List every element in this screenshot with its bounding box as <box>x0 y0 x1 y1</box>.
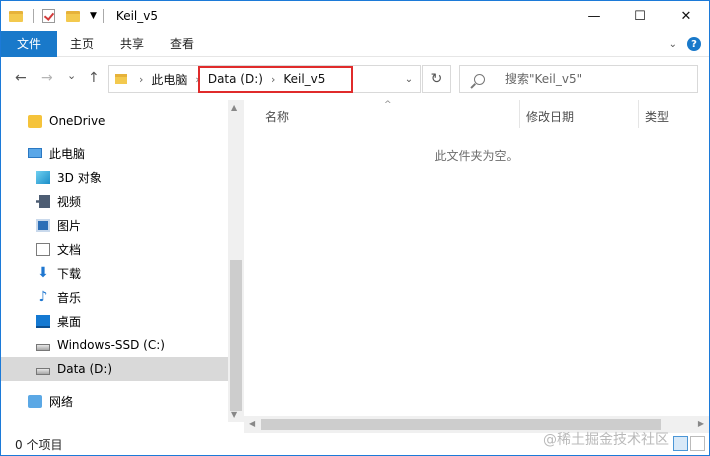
back-button[interactable]: ← <box>15 70 27 86</box>
window-title: Keil_v5 <box>115 9 158 23</box>
sort-indicator-icon: ^ <box>384 100 392 110</box>
sidebar-item-label: 网络 <box>49 394 74 409</box>
explorer-window: ▼ Keil_v5 — ☐ ✕ 文件 主页 共享 查看 ⌄ ? ← → ⌄ ↑ … <box>0 0 710 456</box>
ribbon-tabs: 文件 主页 共享 查看 ⌄ ? <box>1 30 709 57</box>
music-icon: ♪ <box>38 288 48 305</box>
documents-icon <box>36 242 50 256</box>
sidebar-item-videos[interactable]: 视频 <box>1 189 228 213</box>
sidebar-item-desktop[interactable]: 桌面 <box>1 309 228 333</box>
tab-home[interactable]: 主页 <box>57 31 107 57</box>
view-toggle <box>673 436 705 451</box>
quick-access-toolbar: ▼ <box>1 1 112 31</box>
video-icon <box>36 194 50 208</box>
expand-ribbon-chevron-icon[interactable]: ⌄ <box>669 39 677 50</box>
sidebar-item-onedrive[interactable]: OneDrive <box>1 109 228 133</box>
tab-file[interactable]: 文件 <box>1 30 58 57</box>
column-header-date-modified[interactable]: 修改日期 <box>526 108 574 125</box>
scroll-up-icon[interactable]: ▲ <box>231 103 237 112</box>
close-button[interactable]: ✕ <box>663 1 709 31</box>
sidebar-item-music[interactable]: ♪ 音乐 <box>1 285 228 309</box>
scrollbar-thumb[interactable] <box>230 260 242 411</box>
title-bar: ▼ Keil_v5 — ☐ ✕ <box>1 1 709 31</box>
search-icon <box>474 73 485 85</box>
refresh-button[interactable]: ↻ <box>422 65 451 93</box>
drive-icon <box>36 343 50 351</box>
file-list: ^ 名称 修改日期 类型 此文件夹为空。 <box>244 100 709 422</box>
customize-toolbar-dropdown[interactable]: ▼ <box>90 11 97 21</box>
search-input[interactable] <box>505 72 685 86</box>
help-icon[interactable]: ? <box>687 37 701 51</box>
navigation-pane: OneDrive 此电脑 3D 对象 视频 图片 文档 ⬇ 下载 ♪ 音乐 桌面… <box>1 100 228 422</box>
column-divider[interactable] <box>638 100 639 128</box>
drive-icon <box>36 367 50 375</box>
maximize-button[interactable]: ☐ <box>617 1 663 31</box>
sidebar-item-label: 视频 <box>57 194 82 209</box>
column-divider[interactable] <box>519 100 520 128</box>
highlight-annotation <box>198 66 353 93</box>
tab-view[interactable]: 查看 <box>157 31 207 57</box>
watermark: @稀土掘金技术社区 <box>543 432 669 448</box>
sidebar-item-label: 3D 对象 <box>57 170 102 185</box>
pictures-icon <box>36 218 50 232</box>
breadcrumb-separator-icon[interactable]: › <box>139 73 143 86</box>
breadcrumb-this-pc[interactable]: 此电脑 <box>151 71 187 88</box>
sidebar-item-label: 下载 <box>57 266 82 281</box>
sidebar-item-documents[interactable]: 文档 <box>1 237 228 261</box>
minimize-button[interactable]: — <box>571 1 617 31</box>
scroll-left-icon[interactable]: ◀ <box>249 419 255 428</box>
3d-objects-icon <box>36 170 50 184</box>
scroll-right-icon[interactable]: ▶ <box>698 419 704 428</box>
sidebar-item-pictures[interactable]: 图片 <box>1 213 228 237</box>
sidebar-item-data-drive[interactable]: Data (D:) <box>1 357 228 381</box>
details-view-icon[interactable] <box>673 436 688 451</box>
folder-icon <box>9 8 25 24</box>
sidebar-item-3d-objects[interactable]: 3D 对象 <box>1 165 228 189</box>
navigation-bar: ← → ⌄ ↑ › 此电脑 › Data (D:) › Keil_v5 ⌄ ↻ <box>1 58 709 100</box>
large-icons-view-icon[interactable] <box>690 436 705 451</box>
up-button[interactable]: ↑ <box>88 70 100 86</box>
downloads-icon: ⬇ <box>37 264 49 281</box>
sidebar-item-network[interactable]: 网络 <box>1 389 228 413</box>
new-folder-icon[interactable] <box>66 8 82 24</box>
sidebar-item-label: OneDrive <box>49 114 106 128</box>
sidebar-item-label: 此电脑 <box>49 146 86 161</box>
properties-icon[interactable] <box>42 8 58 24</box>
folder-icon <box>115 74 127 84</box>
desktop-icon <box>36 314 50 328</box>
recent-locations-dropdown[interactable]: ⌄ <box>67 69 76 82</box>
onedrive-icon <box>28 114 42 128</box>
sidebar-item-label: 桌面 <box>57 314 82 329</box>
divider <box>102 9 104 23</box>
empty-folder-message: 此文件夹为空。 <box>434 149 519 163</box>
pc-icon <box>28 148 42 158</box>
sidebar-item-label: Data (D:) <box>57 362 113 376</box>
sidebar-item-label: 音乐 <box>57 290 82 305</box>
scroll-down-icon[interactable]: ▼ <box>231 410 237 419</box>
divider <box>33 9 34 23</box>
column-header-name[interactable]: 名称 <box>265 108 289 125</box>
address-history-chevron-icon[interactable]: ⌄ <box>398 66 420 92</box>
item-count: 0 个项目 <box>15 437 63 452</box>
tab-share[interactable]: 共享 <box>107 31 157 57</box>
window-controls: — ☐ ✕ <box>571 1 709 31</box>
column-header-type[interactable]: 类型 <box>645 108 669 125</box>
sidebar-item-this-pc[interactable]: 此电脑 <box>1 141 228 165</box>
forward-button[interactable]: → <box>41 70 53 86</box>
sidebar-item-label: Windows-SSD (C:) <box>57 338 165 352</box>
ribbon-right-controls: ⌄ ? <box>669 37 701 51</box>
sidebar-item-windows-ssd[interactable]: Windows-SSD (C:) <box>1 333 228 357</box>
navigation-pane-scrollbar[interactable]: ▲ ▼ <box>228 100 244 422</box>
search-box[interactable] <box>459 65 698 93</box>
sidebar-item-label: 文档 <box>57 242 82 257</box>
network-icon <box>28 394 42 408</box>
sidebar-item-downloads[interactable]: ⬇ 下载 <box>1 261 228 285</box>
sidebar-item-label: 图片 <box>57 218 82 233</box>
